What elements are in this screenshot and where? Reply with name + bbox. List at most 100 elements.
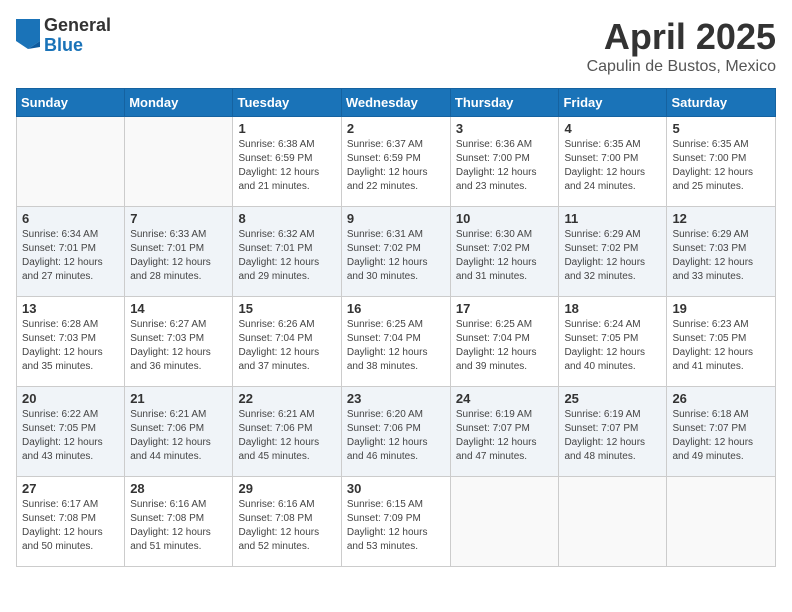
day-number: 8 [238, 211, 335, 226]
column-header-wednesday: Wednesday [341, 89, 450, 117]
calendar-cell: 30 Sunrise: 6:15 AM Sunset: 7:09 PM Dayli… [341, 477, 450, 567]
column-header-saturday: Saturday [667, 89, 776, 117]
day-number: 3 [456, 121, 554, 136]
day-info: Sunrise: 6:21 AM Sunset: 7:06 PM Dayligh… [238, 408, 335, 464]
calendar-cell: 16Sunrise: 6:25 AM Sunset: 7:04 PM Dayli… [341, 297, 450, 387]
calendar-cell: 10 Sunrise: 6:30 AM Sunset: 7:02 PM Dayli… [450, 207, 559, 297]
day-info: Sunrise: 6:15 AM Sunset: 7:09 PM Dayligh… [347, 498, 445, 554]
day-info: Sunrise: 6:19 AM Sunset: 7:07 PM Dayligh… [456, 408, 554, 464]
calendar-cell: 15Sunrise: 6:26 AM Sunset: 7:04 PM Dayli… [233, 297, 341, 387]
calendar-week-2: 6Sunrise: 6:34 AM Sunset: 7:01 PM Daylig… [17, 207, 776, 297]
calendar-cell: 25 Sunrise: 6:19 AM Sunset: 7:07 PM Dayli… [559, 387, 667, 477]
calendar-cell: 3 Sunrise: 6:36 AM Sunset: 7:00 PM Daylig… [450, 117, 559, 207]
calendar-cell: 5 Sunrise: 6:35 AM Sunset: 7:00 PM Daylig… [667, 117, 776, 207]
calendar-cell: 27 Sunrise: 6:17 AM Sunset: 7:08 PM Dayli… [17, 477, 125, 567]
calendar-cell: 13Sunrise: 6:28 AM Sunset: 7:03 PM Dayli… [17, 297, 125, 387]
calendar-cell: 12 Sunrise: 6:29 AM Sunset: 7:03 PM Dayli… [667, 207, 776, 297]
day-number: 10 [456, 211, 554, 226]
page-header: General Blue April 2025 Capulin de Busto… [16, 16, 776, 76]
day-number: 21 [130, 391, 227, 406]
calendar-body: 1Sunrise: 6:38 AM Sunset: 6:59 PM Daylig… [17, 117, 776, 567]
calendar-week-3: 13Sunrise: 6:28 AM Sunset: 7:03 PM Dayli… [17, 297, 776, 387]
day-info: Sunrise: 6:27 AM Sunset: 7:03 PM Dayligh… [130, 318, 227, 374]
day-number: 28 [130, 481, 227, 496]
calendar-cell: 28 Sunrise: 6:16 AM Sunset: 7:08 PM Dayli… [125, 477, 233, 567]
day-number: 11 [564, 211, 661, 226]
column-header-friday: Friday [559, 89, 667, 117]
day-number: 25 [564, 391, 661, 406]
calendar-cell: 2Sunrise: 6:37 AM Sunset: 6:59 PM Daylig… [341, 117, 450, 207]
calendar-cell: 19 Sunrise: 6:23 AM Sunset: 7:05 PM Dayli… [667, 297, 776, 387]
calendar-cell: 29 Sunrise: 6:16 AM Sunset: 7:08 PM Dayli… [233, 477, 341, 567]
day-number: 26 [672, 391, 770, 406]
calendar-cell [450, 477, 559, 567]
calendar-cell: 17 Sunrise: 6:25 AM Sunset: 7:04 PM Dayli… [450, 297, 559, 387]
calendar-cell: 18Sunrise: 6:24 AM Sunset: 7:05 PM Dayli… [559, 297, 667, 387]
logo-icon [16, 19, 40, 49]
calendar-week-5: 27 Sunrise: 6:17 AM Sunset: 7:08 PM Dayli… [17, 477, 776, 567]
calendar-table: SundayMondayTuesdayWednesdayThursdayFrid… [16, 88, 776, 567]
day-number: 17 [456, 301, 554, 316]
day-info: Sunrise: 6:19 AM Sunset: 7:07 PM Dayligh… [564, 408, 661, 464]
day-number: 7 [130, 211, 227, 226]
calendar-cell: 21 Sunrise: 6:21 AM Sunset: 7:06 PM Dayli… [125, 387, 233, 477]
day-number: 14 [130, 301, 227, 316]
logo-blue-text: Blue [44, 36, 111, 56]
calendar-cell: 4Sunrise: 6:35 AM Sunset: 7:00 PM Daylig… [559, 117, 667, 207]
calendar-cell: 24 Sunrise: 6:19 AM Sunset: 7:07 PM Dayli… [450, 387, 559, 477]
day-number: 27 [22, 481, 119, 496]
day-info: Sunrise: 6:32 AM Sunset: 7:01 PM Dayligh… [238, 228, 335, 284]
day-info: Sunrise: 6:29 AM Sunset: 7:02 PM Dayligh… [564, 228, 661, 284]
day-info: Sunrise: 6:38 AM Sunset: 6:59 PM Dayligh… [238, 138, 335, 194]
day-info: Sunrise: 6:16 AM Sunset: 7:08 PM Dayligh… [130, 498, 227, 554]
calendar-cell: 9 Sunrise: 6:31 AM Sunset: 7:02 PM Daylig… [341, 207, 450, 297]
calendar-cell [125, 117, 233, 207]
day-number: 24 [456, 391, 554, 406]
day-number: 12 [672, 211, 770, 226]
column-header-sunday: Sunday [17, 89, 125, 117]
day-info: Sunrise: 6:24 AM Sunset: 7:05 PM Dayligh… [564, 318, 661, 374]
day-info: Sunrise: 6:16 AM Sunset: 7:08 PM Dayligh… [238, 498, 335, 554]
column-header-thursday: Thursday [450, 89, 559, 117]
month-title: April 2025 [587, 16, 776, 58]
day-info: Sunrise: 6:30 AM Sunset: 7:02 PM Dayligh… [456, 228, 554, 284]
calendar-cell: 1Sunrise: 6:38 AM Sunset: 6:59 PM Daylig… [233, 117, 341, 207]
calendar-cell: 20Sunrise: 6:22 AM Sunset: 7:05 PM Dayli… [17, 387, 125, 477]
day-info: Sunrise: 6:29 AM Sunset: 7:03 PM Dayligh… [672, 228, 770, 284]
day-info: Sunrise: 6:36 AM Sunset: 7:00 PM Dayligh… [456, 138, 554, 194]
day-number: 6 [22, 211, 119, 226]
calendar-cell: 26 Sunrise: 6:18 AM Sunset: 7:07 PM Dayli… [667, 387, 776, 477]
column-header-tuesday: Tuesday [233, 89, 341, 117]
calendar-cell [667, 477, 776, 567]
calendar-cell: 6Sunrise: 6:34 AM Sunset: 7:01 PM Daylig… [17, 207, 125, 297]
day-info: Sunrise: 6:20 AM Sunset: 7:06 PM Dayligh… [347, 408, 445, 464]
day-number: 5 [672, 121, 770, 136]
day-number: 30 [347, 481, 445, 496]
day-info: Sunrise: 6:28 AM Sunset: 7:03 PM Dayligh… [22, 318, 119, 374]
calendar-cell [17, 117, 125, 207]
day-info: Sunrise: 6:21 AM Sunset: 7:06 PM Dayligh… [130, 408, 227, 464]
calendar-cell: 23 Sunrise: 6:20 AM Sunset: 7:06 PM Dayli… [341, 387, 450, 477]
day-info: Sunrise: 6:18 AM Sunset: 7:07 PM Dayligh… [672, 408, 770, 464]
day-info: Sunrise: 6:23 AM Sunset: 7:05 PM Dayligh… [672, 318, 770, 374]
day-number: 22 [238, 391, 335, 406]
calendar-cell: 8 Sunrise: 6:32 AM Sunset: 7:01 PM Daylig… [233, 207, 341, 297]
day-number: 23 [347, 391, 445, 406]
day-info: Sunrise: 6:17 AM Sunset: 7:08 PM Dayligh… [22, 498, 119, 554]
day-number: 16 [347, 301, 445, 316]
day-number: 19 [672, 301, 770, 316]
calendar-cell: 14 Sunrise: 6:27 AM Sunset: 7:03 PM Dayli… [125, 297, 233, 387]
title-block: April 2025 Capulin de Bustos, Mexico [587, 16, 776, 76]
day-info: Sunrise: 6:25 AM Sunset: 7:04 PM Dayligh… [456, 318, 554, 374]
calendar-header: SundayMondayTuesdayWednesdayThursdayFrid… [17, 89, 776, 117]
day-number: 29 [238, 481, 335, 496]
day-number: 20 [22, 391, 119, 406]
day-info: Sunrise: 6:35 AM Sunset: 7:00 PM Dayligh… [672, 138, 770, 194]
header-row: SundayMondayTuesdayWednesdayThursdayFrid… [17, 89, 776, 117]
logo: General Blue [16, 16, 111, 56]
day-info: Sunrise: 6:26 AM Sunset: 7:04 PM Dayligh… [238, 318, 335, 374]
logo-text: General Blue [44, 16, 111, 56]
day-info: Sunrise: 6:31 AM Sunset: 7:02 PM Dayligh… [347, 228, 445, 284]
day-number: 4 [564, 121, 661, 136]
day-number: 9 [347, 211, 445, 226]
